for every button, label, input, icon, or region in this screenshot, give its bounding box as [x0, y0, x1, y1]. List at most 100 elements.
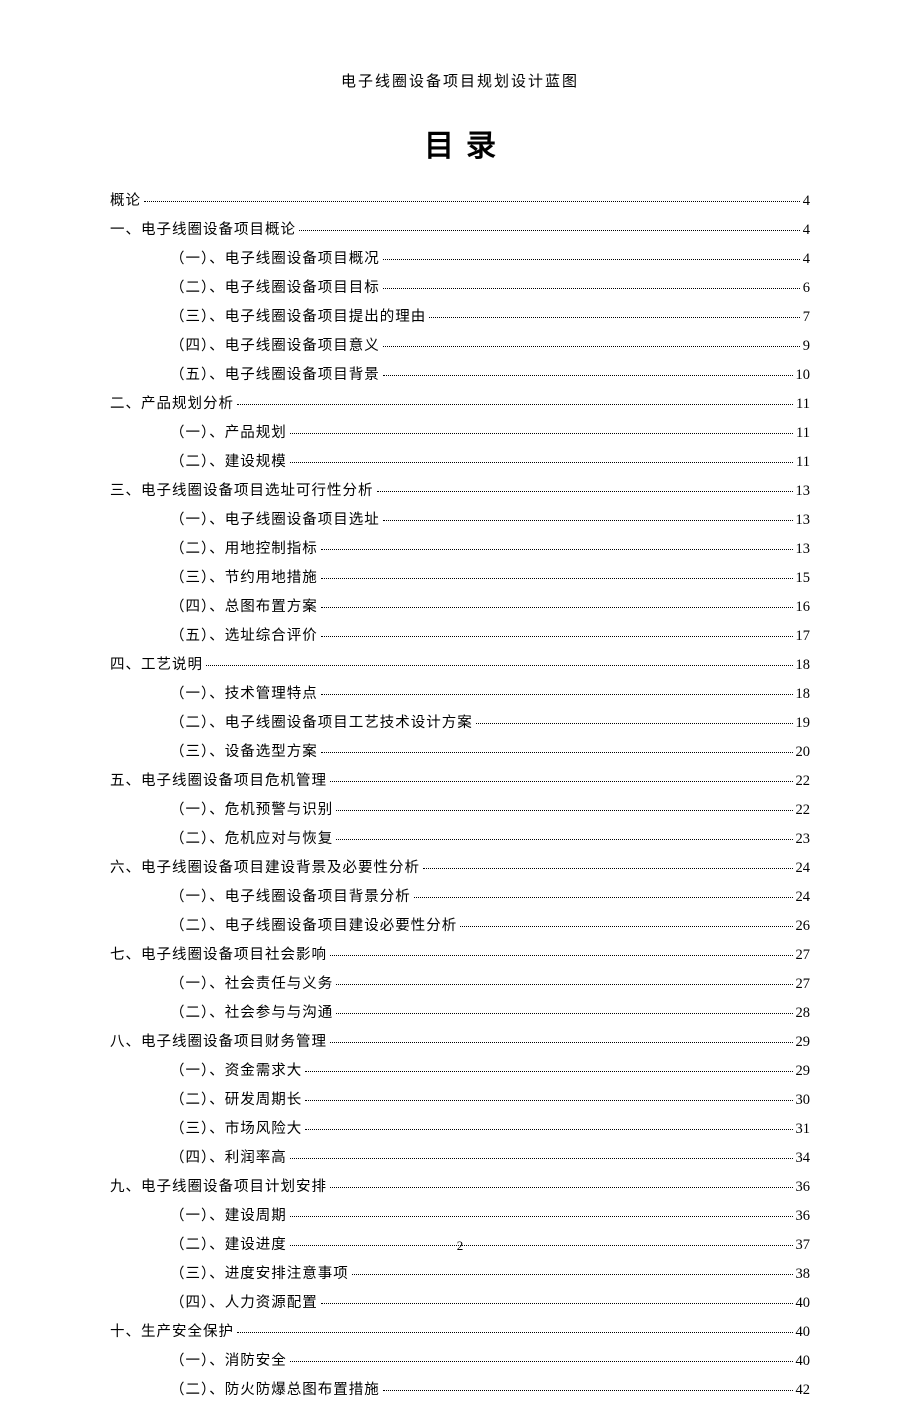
toc-entry-label: （五）、选址综合评价	[170, 622, 318, 651]
toc-entry: 十、生产安全保护 40	[110, 1318, 810, 1347]
document-header: 电子线圈设备项目规划设计蓝图	[110, 70, 810, 91]
toc-entry: （三）、设备选型方案20	[110, 738, 810, 767]
toc-entry: （二）、研发周期长30	[110, 1086, 810, 1115]
toc-entry: （一）、产品规划11	[110, 419, 810, 448]
toc-entry: 五、电子线圈设备项目危机管理22	[110, 767, 810, 796]
toc-entry: （三）、进度安排注意事项38	[110, 1260, 810, 1289]
toc-entry: 一、电子线圈设备项目概论4	[110, 216, 810, 245]
toc-leader-dots	[290, 1361, 793, 1362]
toc-entry: （三）、节约用地措施 15	[110, 564, 810, 593]
toc-leader-dots	[476, 723, 793, 724]
toc-leader-dots	[237, 404, 793, 405]
toc-entry-label: （一）、电子线圈设备项目选址	[170, 506, 380, 535]
toc-entry: （五）、电子线圈设备项目背景10	[110, 361, 810, 390]
toc-entry: （一）、消防安全 40	[110, 1347, 810, 1376]
toc-entry-page: 6	[803, 274, 810, 303]
toc-entry: （五）、选址综合评价17	[110, 622, 810, 651]
toc-entry-page: 34	[796, 1144, 811, 1173]
toc-entry-page: 40	[796, 1318, 811, 1347]
toc-entry-page: 13	[796, 506, 811, 535]
toc-leader-dots	[383, 288, 800, 289]
toc-leader-dots	[321, 636, 793, 637]
toc-entry-label: （二）、电子线圈设备项目建设必要性分析	[170, 912, 457, 941]
toc-entry-label: （四）、人力资源配置	[170, 1289, 318, 1318]
toc-leader-dots	[321, 752, 793, 753]
toc-entry-label: （四）、总图布置方案	[170, 593, 318, 622]
toc-entry-label: （三）、节约用地措施	[170, 564, 318, 593]
toc-entry-page: 11	[796, 419, 810, 448]
toc-entry-page: 31	[796, 1115, 811, 1144]
toc-entry-page: 40	[796, 1347, 811, 1376]
toc-leader-dots	[429, 317, 800, 318]
toc-entry-page: 7	[803, 303, 810, 332]
toc-entry: （四）、电子线圈设备项目意义9	[110, 332, 810, 361]
toc-entry-label: （二）、建设规模	[170, 448, 287, 477]
toc-leader-dots	[299, 230, 800, 231]
toc-entry: 六、电子线圈设备项目建设背景及必要性分析24	[110, 854, 810, 883]
toc-entry: 概论4	[110, 187, 810, 216]
toc-leader-dots	[290, 1216, 793, 1217]
toc-entry-label: （一）、危机预警与识别	[170, 796, 333, 825]
toc-leader-dots	[321, 1303, 793, 1304]
toc-leader-dots	[305, 1100, 792, 1101]
toc-entry-label: （三）、电子线圈设备项目提出的理由	[170, 303, 426, 332]
toc-entry-page: 11	[796, 448, 810, 477]
toc-leader-dots	[330, 1187, 793, 1188]
toc-entry-label: （一）、资金需求大	[170, 1057, 302, 1086]
toc-entry-label: 二、产品规划分析	[110, 390, 234, 419]
toc-leader-dots	[321, 694, 793, 695]
toc-leader-dots	[383, 1390, 793, 1391]
toc-entry-page: 15	[796, 564, 811, 593]
toc-entry-page: 30	[796, 1086, 811, 1115]
toc-entry: 九、电子线圈设备项目计划安排36	[110, 1173, 810, 1202]
toc-entry-page: 29	[796, 1057, 811, 1086]
toc-entry: （二）、危机应对与恢复23	[110, 825, 810, 854]
toc-entry-label: （四）、利润率高	[170, 1144, 287, 1173]
toc-entry-label: （一）、社会责任与义务	[170, 970, 333, 999]
toc-leader-dots	[290, 462, 793, 463]
toc-entry-page: 16	[796, 593, 811, 622]
toc-entry: （一）、技术管理特点18	[110, 680, 810, 709]
toc-entry-label: （二）、电子线圈设备项目目标	[170, 274, 380, 303]
toc-entry-page: 24	[796, 883, 811, 912]
toc-title: 目录	[110, 121, 810, 165]
toc-entry-label: （一）、电子线圈设备项目背景分析	[170, 883, 411, 912]
toc-entry: （一）、电子线圈设备项目概况 4	[110, 245, 810, 274]
toc-entry-page: 11	[796, 390, 810, 419]
toc-leader-dots	[321, 578, 793, 579]
toc-entry-page: 22	[796, 796, 811, 825]
toc-entry: （一）、电子线圈设备项目选址 13	[110, 506, 810, 535]
toc-entry: （一）、资金需求大 29	[110, 1057, 810, 1086]
toc-entry: （二）、电子线圈设备项目工艺技术设计方案19	[110, 709, 810, 738]
toc-entry: （三）、市场风险大31	[110, 1115, 810, 1144]
toc-list: 概论4一、电子线圈设备项目概论4（一）、电子线圈设备项目概况4（二）、电子线圈设…	[110, 187, 810, 1405]
toc-entry: （二）、电子线圈设备项目目标 6	[110, 274, 810, 303]
toc-entry-label: 十、生产安全保护	[110, 1318, 234, 1347]
toc-entry: （二）、社会参与与沟通 28	[110, 999, 810, 1028]
toc-entry-page: 13	[796, 535, 811, 564]
toc-entry-label: （三）、设备选型方案	[170, 738, 318, 767]
toc-entry-label: （二）、社会参与与沟通	[170, 999, 333, 1028]
toc-entry-label: 五、电子线圈设备项目危机管理	[110, 767, 327, 796]
toc-entry-page: 4	[803, 216, 810, 245]
toc-entry-label: （一）、消防安全	[170, 1347, 287, 1376]
toc-leader-dots	[305, 1071, 792, 1072]
toc-entry: 八、电子线圈设备项目财务管理 29	[110, 1028, 810, 1057]
toc-entry-label: 七、电子线圈设备项目社会影响	[110, 941, 327, 970]
toc-leader-dots	[290, 433, 793, 434]
toc-entry-page: 26	[796, 912, 811, 941]
toc-leader-dots	[383, 520, 793, 521]
toc-entry-label: 八、电子线圈设备项目财务管理	[110, 1028, 327, 1057]
toc-leader-dots	[330, 1042, 793, 1043]
toc-entry: （一）、电子线圈设备项目背景分析 24	[110, 883, 810, 912]
toc-entry-page: 18	[796, 651, 811, 680]
toc-entry-page: 4	[803, 245, 810, 274]
toc-entry-page: 29	[796, 1028, 811, 1057]
toc-entry-page: 28	[796, 999, 811, 1028]
toc-leader-dots	[460, 926, 792, 927]
toc-entry-page: 24	[796, 854, 811, 883]
toc-entry: （四）、利润率高 34	[110, 1144, 810, 1173]
toc-entry-label: 概论	[110, 187, 141, 216]
toc-leader-dots	[336, 810, 792, 811]
toc-entry-label: （一）、电子线圈设备项目概况	[170, 245, 380, 274]
